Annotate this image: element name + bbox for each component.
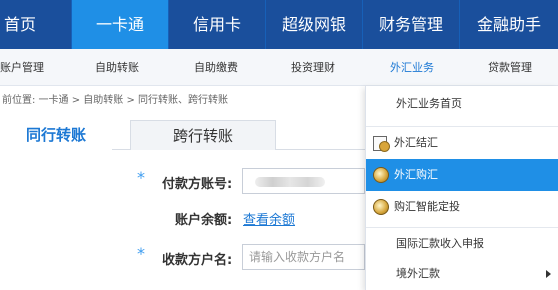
subnav-item-forex[interactable]: 外汇业务: [390, 49, 434, 86]
subnav-item-payment[interactable]: 自助缴费: [194, 49, 238, 86]
coin-icon: [373, 199, 389, 215]
menu-item-forex-home[interactable]: 外汇业务首页: [366, 88, 558, 120]
top-nav: 首页 一卡通 信用卡 超级网银 财务管理 金融助手: [0, 0, 558, 49]
payee-placeholder: 请输入收款方户名: [249, 250, 346, 264]
subnav-item-loan[interactable]: 贷款管理: [488, 49, 532, 86]
breadcrumb-text: 前位置: 一卡通 > 自助转账 > 同行转账、跨行转账: [2, 95, 229, 106]
menu-item-intl-remittance-report[interactable]: 国际汇款收入申报: [366, 228, 558, 260]
calculator-coin-icon: [373, 136, 390, 152]
masked-account: [255, 177, 325, 187]
balance-label: 账户余额:: [175, 213, 233, 228]
menu-item-smart-investment[interactable]: 购汇智能定投: [366, 191, 558, 223]
tab-cross-bank[interactable]: 跨行转账: [130, 120, 276, 150]
required-mark: *: [137, 244, 145, 263]
payee-name-input[interactable]: 请输入收款方户名: [242, 244, 365, 270]
coin-icon: [373, 167, 389, 183]
nav-item-card[interactable]: 一卡通: [72, 0, 168, 49]
tab-same-bank[interactable]: 同行转账: [0, 120, 112, 150]
payer-label: 付款方账号:: [162, 177, 233, 192]
nav-item-home[interactable]: 首页: [0, 0, 40, 49]
subnav-item-invest[interactable]: 投资理财: [291, 49, 335, 86]
menu-item-forex-settlement[interactable]: 外汇结汇: [366, 127, 558, 159]
chevron-right-icon: [546, 270, 551, 278]
payer-account-select[interactable]: [242, 168, 365, 194]
nav-item-super-ebank[interactable]: 超级网银: [266, 0, 362, 49]
nav-item-assistant[interactable]: 金融助手: [460, 0, 558, 49]
view-balance-link[interactable]: 查看余额: [243, 209, 295, 228]
sub-nav: 账户管理 自助转账 自助缴费 投资理财 外汇业务 贷款管理: [0, 49, 558, 86]
subnav-item-account[interactable]: 账户管理: [0, 49, 44, 86]
nav-item-finance[interactable]: 财务管理: [363, 0, 459, 49]
subnav-item-transfer[interactable]: 自助转账: [95, 49, 139, 86]
menu-item-forex-purchase[interactable]: 外汇购汇: [366, 159, 558, 191]
forex-dropdown-menu: 外汇业务首页 外汇结汇 外汇购汇 购汇智能定投 国际汇款收入申报 境外汇款: [365, 86, 558, 290]
payee-label: 收款方户名:: [162, 253, 233, 268]
required-mark: *: [137, 168, 145, 187]
nav-item-credit-card[interactable]: 信用卡: [169, 0, 265, 49]
menu-item-overseas-remittance[interactable]: 境外汇款: [366, 258, 558, 290]
